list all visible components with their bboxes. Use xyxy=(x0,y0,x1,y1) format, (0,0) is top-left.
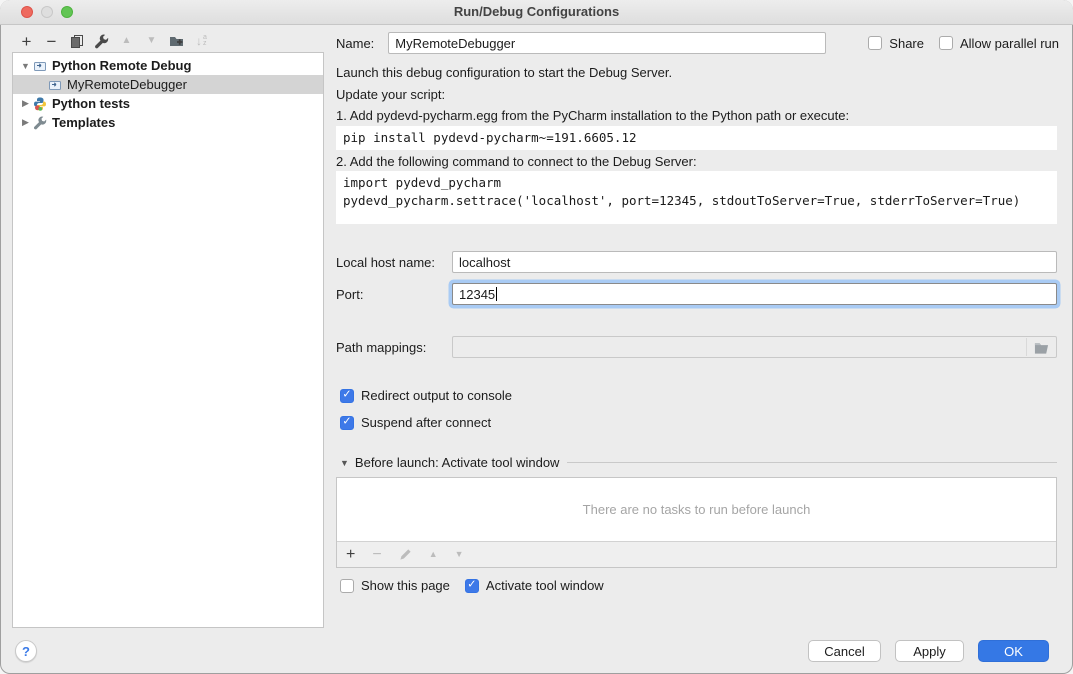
add-configuration-icon[interactable]: + xyxy=(14,30,39,52)
ok-button[interactable]: OK xyxy=(978,640,1049,662)
suspend-after-connect-row: ✓ Suspend after connect xyxy=(340,415,491,430)
step-1-text: 1. Add pydevd-pycharm.egg from the PyCha… xyxy=(336,107,849,125)
window-title: Run/Debug Configurations xyxy=(0,0,1073,24)
apply-button[interactable]: Apply xyxy=(895,640,964,662)
tree-item-label: Python tests xyxy=(52,96,130,111)
run-config-icon xyxy=(47,77,63,93)
local-host-label: Local host name: xyxy=(336,255,452,270)
port-input[interactable]: 12345 xyxy=(452,283,1057,305)
name-input[interactable] xyxy=(388,32,826,54)
edit-defaults-icon[interactable] xyxy=(89,30,114,52)
python-icon xyxy=(32,96,48,112)
port-label: Port: xyxy=(336,287,452,302)
share-label: Share xyxy=(889,36,924,51)
configurations-tree: ▼ Python Remote Debug MyRemoteDebugger ▶ xyxy=(12,52,324,628)
browse-button[interactable] xyxy=(1026,338,1055,356)
description-line-2: Update your script: xyxy=(336,86,445,104)
copy-configuration-icon[interactable] xyxy=(64,30,89,52)
remove-configuration-icon[interactable]: − xyxy=(39,30,64,52)
name-label: Name: xyxy=(336,36,374,51)
run-debug-configurations-dialog: Run/Debug Configurations + − ▲ ▼ ↓az ▼ P… xyxy=(0,0,1073,674)
divider xyxy=(567,462,1057,463)
chevron-right-icon[interactable]: ▶ xyxy=(19,117,32,128)
suspend-after-connect-label: Suspend after connect xyxy=(361,415,491,430)
tree-item-python-tests[interactable]: ▶ Python tests xyxy=(13,94,323,113)
help-button[interactable]: ? xyxy=(15,640,37,662)
before-launch-title: Before launch: Activate tool window xyxy=(355,455,560,470)
show-this-page-checkbox[interactable]: ✓ xyxy=(340,579,354,593)
configurations-toolbar: + − ▲ ▼ ↓az xyxy=(14,30,214,52)
port-row: Port: 12345 xyxy=(336,283,1057,305)
code-line: import pydevd_pycharm xyxy=(343,175,501,190)
before-launch-header[interactable]: ▼ Before launch: Activate tool window xyxy=(340,455,1057,470)
move-down-icon: ▼ xyxy=(139,30,164,52)
move-task-up-icon: ▲ xyxy=(429,550,438,559)
tree-item-python-remote-debug[interactable]: ▼ Python Remote Debug xyxy=(13,56,323,75)
before-launch-tasks-panel: There are no tasks to run before launch … xyxy=(336,477,1057,568)
sort-alphabetically-icon: ↓az xyxy=(189,30,214,52)
name-row: Name: ✓ Share ✓ Allow parallel run xyxy=(336,32,1059,54)
question-mark-icon: ? xyxy=(22,644,30,659)
redirect-output-label: Redirect output to console xyxy=(361,388,512,403)
text-caret xyxy=(496,287,497,301)
code-line: pydevd_pycharm.settrace('localhost', por… xyxy=(343,193,1020,208)
titlebar[interactable]: Run/Debug Configurations xyxy=(0,0,1073,25)
suspend-after-connect-checkbox[interactable]: ✓ xyxy=(340,416,354,430)
local-host-input[interactable] xyxy=(452,251,1057,273)
chevron-down-icon[interactable]: ▼ xyxy=(19,61,32,71)
path-mappings-row: Path mappings: xyxy=(336,336,1057,358)
pip-install-code[interactable]: pip install pydevd-pycharm~=191.6605.12 xyxy=(336,126,1057,150)
chevron-right-icon[interactable]: ▶ xyxy=(19,98,32,109)
wrench-icon xyxy=(32,115,48,131)
tasks-toolbar: + − ▲ ▼ xyxy=(337,541,1056,567)
move-up-icon: ▲ xyxy=(114,30,139,52)
activate-tool-window-label: Activate tool window xyxy=(486,578,604,593)
cancel-button[interactable]: Cancel xyxy=(808,640,881,662)
redirect-output-row: ✓ Redirect output to console xyxy=(340,388,512,403)
tree-item-label: MyRemoteDebugger xyxy=(67,77,187,92)
settrace-code[interactable]: import pydevd_pycharm pydevd_pycharm.set… xyxy=(336,171,1057,224)
page-options-row: ✓ Show this page ✓ Activate tool window xyxy=(340,578,604,593)
allow-parallel-run-checkbox[interactable]: ✓ xyxy=(939,36,953,50)
no-tasks-message: There are no tasks to run before launch xyxy=(337,478,1056,541)
path-mappings-input[interactable] xyxy=(452,336,1057,358)
step-2-text: 2. Add the following command to connect … xyxy=(336,153,697,171)
run-config-icon xyxy=(32,58,48,74)
show-this-page-label: Show this page xyxy=(361,578,450,593)
allow-parallel-run-label: Allow parallel run xyxy=(960,36,1059,51)
share-checkbox[interactable]: ✓ xyxy=(868,36,882,50)
new-folder-icon[interactable] xyxy=(164,30,189,52)
description-line-1: Launch this debug configuration to start… xyxy=(336,64,672,82)
port-value: 12345 xyxy=(459,287,495,302)
remove-task-icon: − xyxy=(372,547,381,563)
folder-icon xyxy=(1034,341,1049,354)
redirect-output-checkbox[interactable]: ✓ xyxy=(340,389,354,403)
edit-task-icon xyxy=(399,548,412,561)
tree-item-label: Python Remote Debug xyxy=(52,58,191,73)
tree-item-myremotedebugger[interactable]: MyRemoteDebugger xyxy=(13,75,323,94)
chevron-down-icon[interactable]: ▼ xyxy=(340,458,349,468)
add-task-icon[interactable]: + xyxy=(346,547,355,563)
dialog-buttons: Cancel Apply OK xyxy=(808,640,1049,662)
activate-tool-window-checkbox[interactable]: ✓ xyxy=(465,579,479,593)
tree-item-label: Templates xyxy=(52,115,115,130)
local-host-row: Local host name: xyxy=(336,251,1057,273)
tree-item-templates[interactable]: ▶ Templates xyxy=(13,113,323,132)
path-mappings-label: Path mappings: xyxy=(336,340,452,355)
move-task-down-icon: ▼ xyxy=(455,550,464,559)
